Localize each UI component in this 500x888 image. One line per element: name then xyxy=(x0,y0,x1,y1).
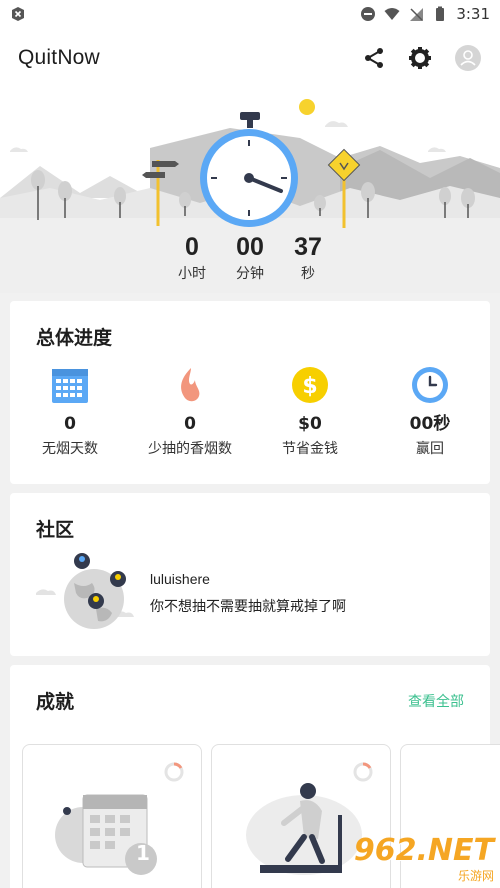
watermark-text: 962.NET xyxy=(353,833,494,868)
svg-text:$: $ xyxy=(302,374,317,399)
stat-value: 0 xyxy=(184,414,196,434)
stat-label: 节省金钱 xyxy=(282,441,338,457)
stat-value: 00秒 xyxy=(409,414,451,434)
progress-title: 总体进度 xyxy=(36,327,113,349)
community-title: 社区 xyxy=(36,519,75,541)
stat-cigarettes-avoided[interactable]: 0 少抽的香烟数 xyxy=(130,363,250,459)
badge-number: 1 xyxy=(136,841,150,865)
gear-icon[interactable] xyxy=(408,46,432,70)
quit-timer: 0 小时 00 分钟 37 秒 xyxy=(0,232,500,284)
calendar-icon xyxy=(52,369,88,403)
share-icon[interactable] xyxy=(362,46,386,70)
stat-value: $0 xyxy=(298,414,322,434)
timer-seconds: 37 秒 xyxy=(279,232,337,284)
stat-label: 赢回 xyxy=(416,441,444,457)
hours-label: 小时 xyxy=(178,266,206,282)
stat-label: 少抽的香烟数 xyxy=(148,441,232,457)
calendar-achievement-icon xyxy=(55,794,157,875)
view-all-link[interactable]: 查看全部 xyxy=(408,691,464,711)
post-username[interactable]: luluishere xyxy=(150,571,210,587)
app-notification-icon xyxy=(12,7,24,21)
status-time: 3:31 xyxy=(456,5,490,23)
post-text[interactable]: 你不想抽不需要抽就算戒掉了啊 xyxy=(150,596,346,616)
timer-minutes: 00 分钟 xyxy=(221,232,279,284)
timer-hours: 0 小时 xyxy=(163,232,221,284)
seconds-value: 37 xyxy=(294,233,322,261)
clock-icon xyxy=(412,367,448,403)
stat-smoke-free-days[interactable]: 0 无烟天数 xyxy=(10,363,130,459)
stat-value: 0 xyxy=(64,414,76,434)
flame-icon xyxy=(181,368,200,402)
watermark-subtext: 乐游网 xyxy=(457,869,494,883)
minutes-label: 分钟 xyxy=(236,266,264,282)
stat-money-saved[interactable]: $ $0 节省金钱 xyxy=(250,363,370,459)
no-signal-icon xyxy=(410,8,424,21)
seconds-label: 秒 xyxy=(301,266,315,282)
app-title: QuitNow xyxy=(18,46,100,69)
watermark: 962.NET 乐游网 xyxy=(354,835,494,884)
achievements-title: 成就 xyxy=(36,691,75,713)
treadmill-runner-icon xyxy=(246,783,362,875)
wifi-icon xyxy=(384,8,400,20)
achievement-tile[interactable]: 1 xyxy=(22,744,202,888)
minutes-value: 00 xyxy=(236,233,264,261)
app-bar: QuitNow xyxy=(0,28,500,88)
status-bar: 3:31 xyxy=(0,0,500,28)
progress-card[interactable]: 总体进度 0 无烟天数 0 少抽的香烟数 $ $0 节省金钱 00秒 赢回 xyxy=(10,301,490,484)
progress-ring-icon xyxy=(164,762,184,782)
avatar-icon[interactable] xyxy=(454,44,482,72)
community-card[interactable]: 社区 luluishere 你不想抽不需要抽就算戒掉了啊 xyxy=(10,493,490,656)
stat-label: 无烟天数 xyxy=(42,441,98,457)
dollar-coin-icon: $ xyxy=(292,367,328,403)
do-not-disturb-icon xyxy=(361,7,376,21)
battery-icon xyxy=(436,6,445,21)
community-globe-icon xyxy=(36,553,134,629)
hours-value: 0 xyxy=(185,233,199,261)
stat-time-won-back[interactable]: 00秒 赢回 xyxy=(370,363,490,459)
